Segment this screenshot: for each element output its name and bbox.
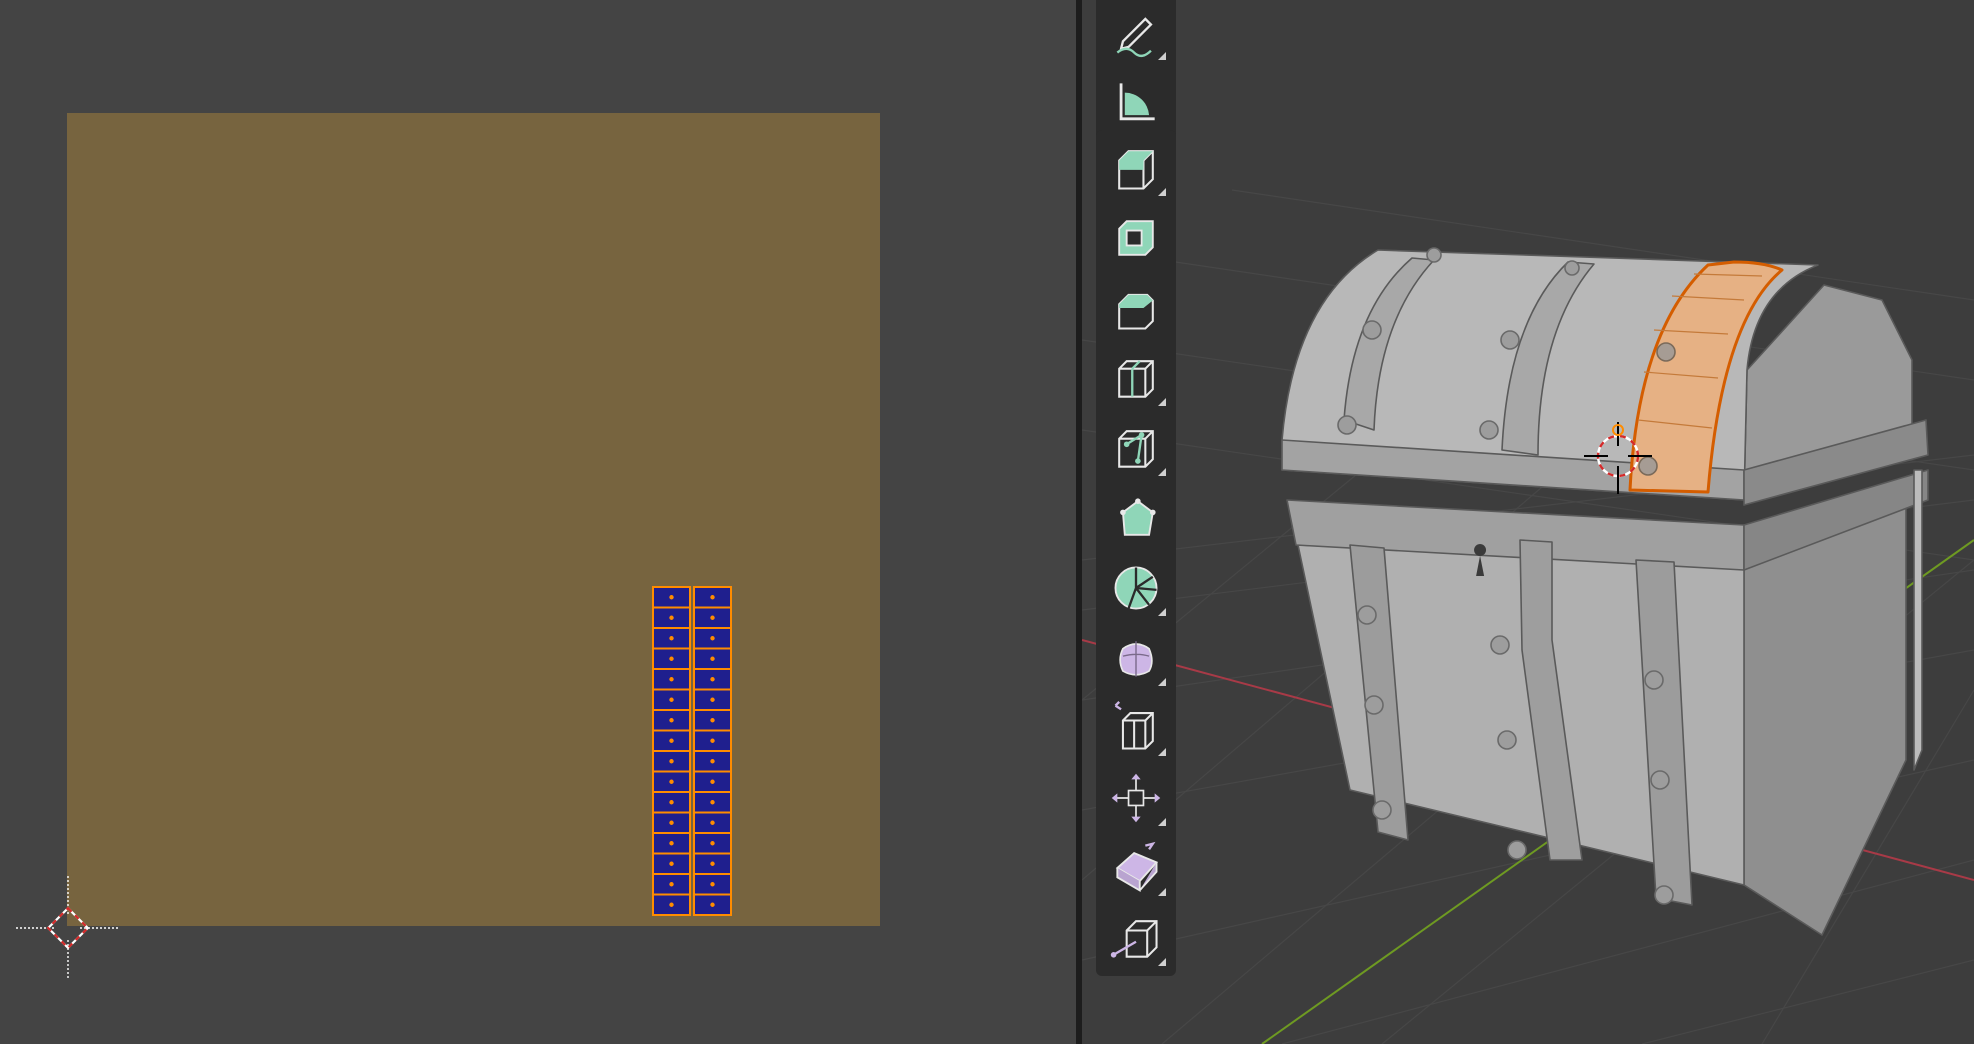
tool-label: Rip Region — [1102, 906, 1103, 907]
tool-loop-cut-button[interactable]: Loop Cut — [1102, 346, 1170, 410]
uv-face-dot — [669, 882, 674, 887]
tool-label: Edge Slide — [1102, 696, 1103, 697]
tool-knife-button[interactable]: Knife — [1102, 416, 1170, 480]
uv-face-dot — [710, 800, 715, 805]
viewport-scene[interactable] — [1082, 0, 1974, 1044]
uv-face-dot — [669, 718, 674, 723]
submenu-corner-icon — [1158, 398, 1166, 406]
tool-label: Knife — [1102, 416, 1103, 417]
tool-poly-build-button[interactable]: Poly Build — [1102, 486, 1170, 550]
submenu-corner-icon — [1158, 608, 1166, 616]
uv-face-dot — [669, 800, 674, 805]
uv-face-dot — [669, 636, 674, 641]
uv-face-dot — [669, 677, 674, 682]
mesh-edit-tool-group: Extrude Region Inset Faces Bevel Loop Cut Kn… — [1096, 130, 1176, 976]
uv-face-dot — [710, 841, 715, 846]
rip-region-icon — [1110, 920, 1158, 958]
uv-face-dot — [669, 656, 674, 661]
poly-build-icon — [1120, 498, 1156, 536]
uv-face-dot — [669, 820, 674, 825]
tool-label: Poly Build — [1102, 486, 1103, 487]
tool-annotate-button[interactable]: Annotate — [1102, 0, 1170, 64]
shear-icon — [1115, 841, 1159, 893]
uv-face-dot — [669, 861, 674, 866]
spin-icon — [1114, 566, 1158, 610]
tool-label: Inset Faces — [1102, 206, 1103, 207]
tool-extrude-region-button[interactable]: Extrude Region — [1102, 136, 1170, 200]
tool-shrink-fatten-button[interactable]: Shrink/Fatten — [1102, 766, 1170, 830]
tool-bevel-button[interactable]: Bevel — [1102, 276, 1170, 340]
submenu-corner-icon — [1158, 818, 1166, 826]
submenu-corner-icon — [1158, 52, 1166, 60]
tool-label: Measure — [1102, 70, 1103, 71]
treasure-chest-mesh — [1281, 247, 1929, 936]
uv-face-dot — [710, 677, 715, 682]
tool-label: Smooth — [1102, 626, 1103, 627]
tool-smooth-button[interactable]: Smooth — [1102, 626, 1170, 690]
tool-shear-button[interactable]: Shear — [1102, 836, 1170, 900]
tool-label: Bevel — [1102, 276, 1103, 277]
tool-rip-region-button[interactable]: Rip Region — [1102, 906, 1170, 970]
3d-viewport[interactable]: Annotate Measure Extrude Region Inset Faces… — [1082, 0, 1974, 1044]
tool-edge-slide-button[interactable]: Edge Slide — [1102, 696, 1170, 760]
submenu-corner-icon — [1158, 888, 1166, 896]
2d-cursor-icon[interactable] — [16, 876, 120, 980]
annotate-measure-tool-group: Annotate Measure — [1096, 0, 1176, 140]
uv-face-dot — [669, 738, 674, 743]
uv-editor[interactable] — [0, 0, 1076, 1044]
tool-spin-button[interactable]: Spin — [1102, 556, 1170, 620]
tool-label: Loop Cut — [1102, 346, 1103, 347]
uv-face-dot — [710, 697, 715, 702]
pencil-squiggle-icon — [1116, 17, 1153, 57]
uv-face-dot — [669, 697, 674, 702]
uv-face-dot — [710, 718, 715, 723]
uv-face-dot — [710, 820, 715, 825]
uv-face-dot — [710, 738, 715, 743]
submenu-corner-icon — [1158, 958, 1166, 966]
submenu-corner-icon — [1158, 678, 1166, 686]
uv-face-dot — [669, 615, 674, 620]
smooth-vertices-icon — [1119, 641, 1153, 677]
uv-face-dot — [710, 861, 715, 866]
tool-label: Shrink/Fatten — [1102, 766, 1103, 767]
submenu-corner-icon — [1158, 188, 1166, 196]
uv-face-dot — [710, 759, 715, 764]
knife-icon — [1118, 430, 1154, 468]
uv-face-dot — [669, 902, 674, 907]
loop-cut-icon — [1118, 360, 1154, 398]
uv-face-dot — [710, 779, 715, 784]
uv-face-dot — [669, 595, 674, 600]
submenu-corner-icon — [1158, 468, 1166, 476]
tool-shelf: Annotate Measure Extrude Region Inset Faces… — [1096, 0, 1176, 976]
edge-slide-icon — [1114, 701, 1154, 750]
extrude-region-icon — [1118, 150, 1154, 190]
uv-face-dot — [710, 902, 715, 907]
uv-face-dot — [669, 841, 674, 846]
uv-island-selection[interactable] — [651, 585, 733, 921]
inset-faces-icon — [1118, 220, 1154, 256]
tool-label: Shear — [1102, 836, 1103, 837]
uv-face-dot — [669, 759, 674, 764]
uv-image-canvas[interactable] — [67, 113, 880, 926]
uv-face-dot — [710, 595, 715, 600]
tool-inset-faces-button[interactable]: Inset Faces — [1102, 206, 1170, 270]
tool-label: Spin — [1102, 556, 1103, 557]
bevel-icon — [1118, 293, 1154, 330]
uv-face-dot — [669, 779, 674, 784]
submenu-corner-icon — [1158, 748, 1166, 756]
uv-face-dot — [710, 656, 715, 661]
shrink-fatten-icon — [1111, 773, 1161, 823]
tool-measure-button[interactable]: Measure — [1102, 70, 1170, 134]
protractor-ruler-icon — [1119, 83, 1155, 121]
tool-label: Extrude Region — [1102, 136, 1103, 137]
tool-label: Annotate — [1102, 0, 1103, 1]
uv-face-dot — [710, 615, 715, 620]
uv-face-dot — [710, 882, 715, 887]
uv-face-dot — [710, 636, 715, 641]
